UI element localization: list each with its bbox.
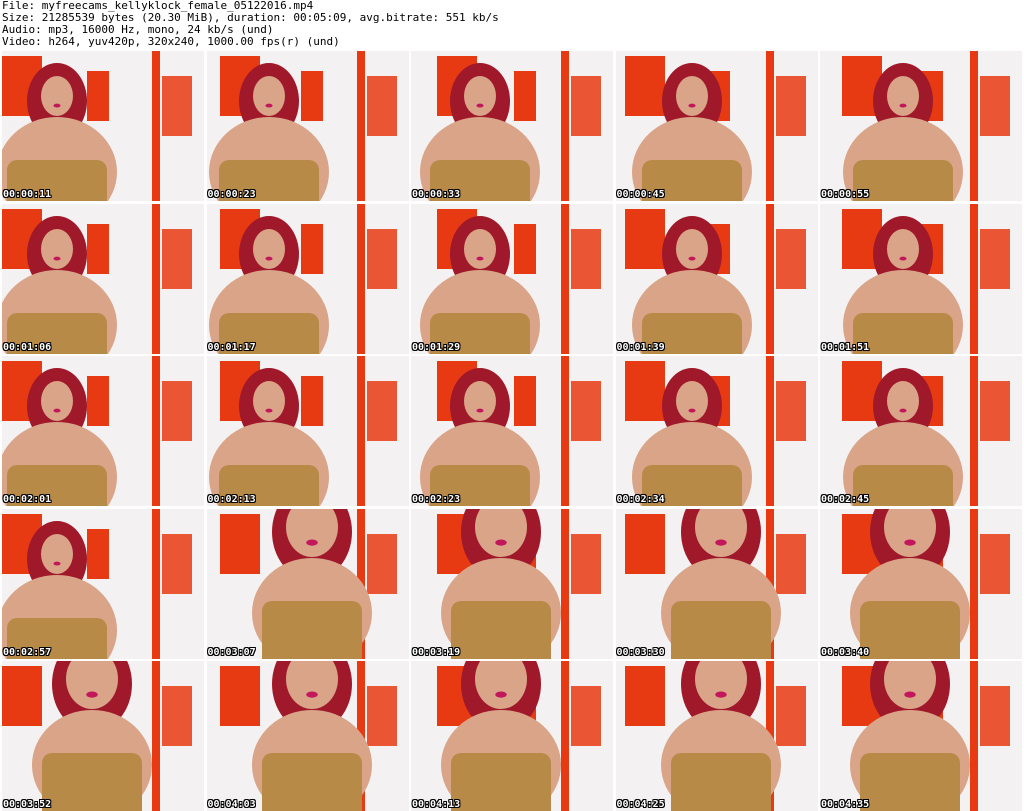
video-frame-thumbnail: 00:02:01 (2, 356, 204, 506)
frame-timestamp: 00:02:23 (412, 494, 461, 505)
frame-scene (820, 356, 1022, 506)
video-frame-thumbnail: 00:02:57 (2, 508, 204, 659)
frame-scene (820, 661, 1022, 811)
video-frame-thumbnail: 00:03:30 (615, 508, 818, 659)
video-frame-thumbnail: 00:01:06 (2, 203, 204, 354)
video-frame-thumbnail: 00:02:23 (411, 356, 613, 506)
frame-timestamp: 00:02:57 (3, 646, 52, 658)
video-frame-thumbnail: 00:03:40 (820, 508, 1022, 659)
frame-scene (615, 508, 818, 659)
video-frame-thumbnail: 00:02:13 (206, 356, 409, 506)
video-frame-thumbnail: 00:02:34 (615, 356, 818, 506)
frame-scene (2, 508, 204, 659)
frame-timestamp: 00:04:25 (616, 799, 665, 810)
video-frame-thumbnail: 00:03:19 (411, 508, 613, 659)
frame-scene (615, 356, 818, 506)
frame-timestamp: 00:03:30 (616, 646, 665, 658)
frame-timestamp: 00:00:23 (207, 189, 256, 200)
video-frame-thumbnail: 00:03:52 (2, 661, 204, 811)
frame-scene (411, 203, 613, 354)
frame-scene (2, 661, 204, 811)
frame-scene (2, 203, 204, 354)
video-frame-thumbnail: 00:01:51 (820, 203, 1022, 354)
frame-scene (206, 661, 409, 811)
frame-scene (615, 661, 818, 811)
frame-timestamp: 00:02:01 (3, 494, 52, 505)
frame-timestamp: 00:00:55 (821, 189, 870, 200)
frame-scene (820, 203, 1022, 354)
frame-scene (615, 203, 818, 354)
frame-scene (411, 356, 613, 506)
frame-timestamp: 00:01:51 (821, 341, 870, 353)
frame-scene (615, 51, 818, 201)
frame-scene (820, 508, 1022, 659)
frame-scene (206, 203, 409, 354)
video-frame-thumbnail: 00:01:29 (411, 203, 613, 354)
frame-timestamp: 00:01:29 (412, 341, 461, 353)
frame-scene (2, 356, 204, 506)
video-frame-thumbnail: 00:00:23 (206, 51, 409, 201)
frame-timestamp: 00:00:33 (412, 189, 461, 200)
video-frame-thumbnail: 00:04:13 (411, 661, 613, 811)
frame-scene (411, 51, 613, 201)
frame-timestamp: 00:02:34 (616, 494, 665, 505)
frame-timestamp: 00:04:13 (412, 799, 461, 810)
frame-timestamp: 00:02:13 (207, 494, 256, 505)
thumbnail-grid: 00:00:11 00:00:23 00:00:33 00:00:45 00:00:55… (2, 51, 1022, 811)
video-frame-thumbnail: 00:01:17 (206, 203, 409, 354)
video-frame-thumbnail: 00:04:35 (820, 661, 1022, 811)
frame-scene (206, 51, 409, 201)
video-info-line: Video: h264, yuv420p, 320x240, 1000.00 f… (2, 35, 340, 48)
frame-scene (206, 508, 409, 659)
frame-timestamp: 00:00:11 (3, 189, 52, 200)
frame-scene (2, 51, 204, 201)
frame-scene (411, 661, 613, 811)
frame-timestamp: 00:01:17 (207, 341, 256, 353)
frame-timestamp: 00:03:07 (207, 646, 256, 658)
video-frame-thumbnail: 00:03:07 (206, 508, 409, 659)
video-frame-thumbnail: 00:00:33 (411, 51, 613, 201)
video-frame-thumbnail: 00:02:45 (820, 356, 1022, 506)
frame-timestamp: 00:03:40 (821, 646, 870, 658)
frame-scene (411, 508, 613, 659)
frame-timestamp: 00:00:45 (616, 189, 665, 200)
video-frame-thumbnail: 00:04:25 (615, 661, 818, 811)
frame-timestamp: 00:03:19 (412, 646, 461, 658)
video-frame-thumbnail: 00:00:55 (820, 51, 1022, 201)
frame-timestamp: 00:03:52 (3, 799, 52, 810)
frame-timestamp: 00:01:39 (616, 341, 665, 353)
frame-timestamp: 00:04:35 (821, 799, 870, 810)
frame-scene (206, 356, 409, 506)
video-frame-thumbnail: 00:01:39 (615, 203, 818, 354)
frame-timestamp: 00:01:06 (3, 341, 52, 353)
video-frame-thumbnail: 00:00:11 (2, 51, 204, 201)
frame-timestamp: 00:04:03 (207, 799, 256, 810)
frame-timestamp: 00:02:45 (821, 494, 870, 505)
video-info-header: File: myfreecams_kellyklock_female_05122… (2, 0, 1022, 48)
video-frame-thumbnail: 00:00:45 (615, 51, 818, 201)
video-frame-thumbnail: 00:04:03 (206, 661, 409, 811)
frame-scene (820, 51, 1022, 201)
